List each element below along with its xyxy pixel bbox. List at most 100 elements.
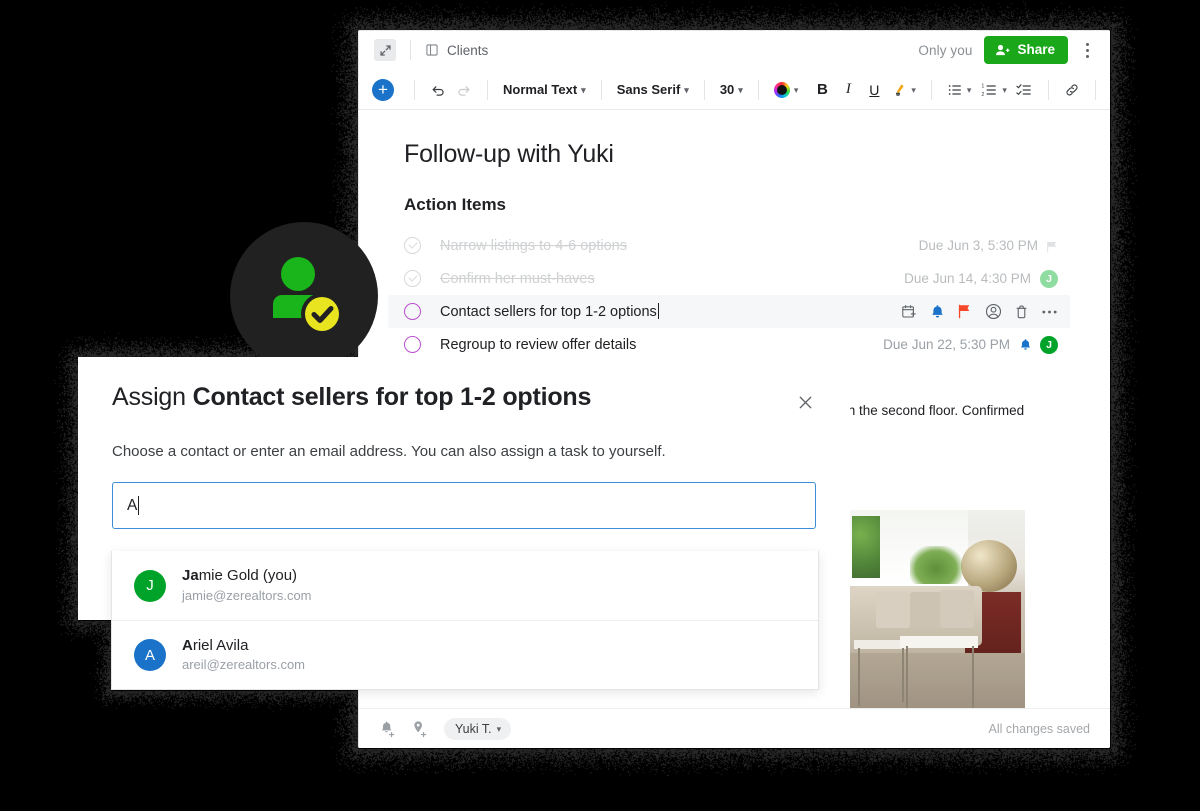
contact-name-rest: mie Gold (you): [199, 567, 297, 584]
pin-add-icon[interactable]: [408, 718, 430, 740]
table-row-selected[interactable]: Contact sellers for top 1-2 options: [388, 295, 1070, 328]
task-actions: [900, 303, 1058, 321]
status-bar: Yuki T. ▾ All changes saved: [358, 708, 1110, 748]
dialog-description: Choose a contact or enter an email addre…: [78, 417, 850, 460]
list-item-text: Ariel Avila areil@zerealtors.com: [182, 636, 305, 674]
task-due-date: Due Jun 22, 5:30 PM: [883, 337, 1010, 352]
checkbox-empty-icon[interactable]: [404, 336, 421, 353]
underline-button[interactable]: U: [861, 77, 887, 103]
trash-icon[interactable]: [1012, 303, 1030, 321]
breadcrumb-label: Clients: [447, 43, 488, 58]
list-item[interactable]: A Ariel Avila areil@zerealtors.com: [112, 620, 818, 689]
checkbox-checked-icon[interactable]: [404, 270, 421, 287]
numbered-list-dropdown[interactable]: 1 2 ▾: [976, 78, 1012, 102]
dialog-title: Assign Contact sellers for top 1-2 optio…: [112, 383, 591, 412]
more-vertical-icon[interactable]: [1074, 36, 1100, 64]
contact-name: Ariel Avila: [182, 636, 305, 656]
undo-icon[interactable]: [425, 77, 451, 103]
contact-name-match: A: [182, 637, 193, 654]
bulleted-list-icon: [947, 82, 963, 98]
more-horizontal-icon[interactable]: [1040, 303, 1058, 321]
highlight-dropdown[interactable]: ▾: [887, 78, 921, 102]
breadcrumb[interactable]: Clients: [425, 43, 488, 58]
bold-button[interactable]: B: [809, 77, 835, 103]
bell-icon[interactable]: [928, 303, 946, 321]
task-text-label: Contact sellers for top 1-2 options: [440, 304, 657, 320]
avatar: A: [134, 639, 166, 671]
font-family-dropdown[interactable]: Sans Serif ▾: [612, 78, 694, 101]
chevron-down-icon: ▾: [1002, 86, 1007, 95]
highlighter-icon: [892, 82, 907, 98]
font-size-label: 30: [720, 82, 734, 97]
text-cursor: [658, 303, 659, 319]
chevron-down-icon: ▾: [581, 86, 586, 95]
assignee-chip[interactable]: Yuki T. ▾: [444, 718, 511, 740]
dialog-input-wrap: A: [78, 460, 850, 529]
contact-suggestions-dropdown: J Jamie Gold (you) jamie@zerealtors.com …: [111, 551, 819, 690]
task-text: Confirm her must-haves: [440, 271, 595, 287]
list-item[interactable]: J Jamie Gold (you) jamie@zerealtors.com: [112, 551, 818, 620]
toolbar-divider: [487, 80, 488, 100]
bell-icon[interactable]: [1019, 338, 1032, 352]
section-heading: Action Items: [404, 195, 1070, 215]
assignee-chip-label: Yuki T.: [455, 722, 492, 736]
bulleted-list-dropdown[interactable]: ▾: [942, 78, 977, 102]
screenshot-root: Clients Only you Share + Normal Text ▾ S…: [0, 0, 1200, 811]
contact-name: Jamie Gold (you): [182, 566, 312, 586]
svg-text:2: 2: [982, 91, 985, 97]
dialog-header: Assign Contact sellers for top 1-2 optio…: [78, 357, 850, 417]
document-icon: [425, 43, 439, 57]
link-icon[interactable]: [1059, 77, 1085, 103]
paragraph-style-label: Normal Text: [503, 82, 577, 97]
text-cursor: [138, 496, 139, 515]
task-text: Regroup to review offer details: [440, 337, 636, 353]
more-toolbar-dropdown[interactable]: More ▾: [1106, 78, 1110, 101]
flag-gray-icon[interactable]: [1047, 240, 1058, 252]
bold-label: B: [817, 81, 828, 98]
italic-button[interactable]: I: [835, 77, 861, 103]
toolbar-divider: [1095, 80, 1096, 100]
toolbar-divider: [414, 80, 415, 100]
toolbar-divider: [758, 80, 759, 100]
chevron-down-icon: ▾: [794, 86, 799, 95]
share-button[interactable]: Share: [984, 36, 1068, 64]
chevron-down-icon: ▾: [738, 86, 743, 95]
underline-label: U: [869, 82, 879, 98]
font-size-dropdown[interactable]: 30 ▾: [715, 78, 748, 101]
page-title: Follow-up with Yuki: [404, 140, 1070, 169]
plus-circle-icon[interactable]: +: [372, 79, 394, 101]
checkbox-empty-icon[interactable]: [404, 303, 421, 320]
numbered-list-icon: 1 2: [981, 82, 998, 98]
expand-arrows-icon[interactable]: [374, 39, 396, 61]
close-icon[interactable]: [790, 387, 820, 417]
formatting-toolbar: + Normal Text ▾ Sans Serif ▾ 30 ▾ ▾ B I …: [358, 70, 1110, 110]
person-add-icon: [995, 43, 1010, 57]
contact-search-input[interactable]: A: [112, 482, 816, 529]
task-due-date: Due Jun 3, 5:30 PM: [919, 238, 1038, 253]
redo-icon[interactable]: [451, 77, 477, 103]
dialog-title-task: Contact sellers for top 1-2 options: [193, 383, 592, 411]
task-text: Contact sellers for top 1-2 options: [440, 303, 659, 320]
checkbox-checked-icon[interactable]: [404, 237, 421, 254]
bell-add-icon[interactable]: [376, 718, 398, 740]
avatar: J: [134, 570, 166, 602]
contact-name-rest: riel Avila: [193, 637, 249, 654]
checklist-icon[interactable]: [1012, 77, 1038, 103]
paragraph-style-dropdown[interactable]: Normal Text ▾: [498, 78, 591, 101]
text-color-dropdown[interactable]: ▾: [769, 78, 804, 102]
table-row[interactable]: Narrow listings to 4-6 options Due Jun 3…: [388, 229, 1070, 262]
table-row[interactable]: Confirm her must-haves Due Jun 14, 4:30 …: [388, 262, 1070, 295]
avatar[interactable]: J: [1040, 270, 1058, 288]
titlebar-divider: [410, 40, 411, 60]
flag-icon[interactable]: [956, 303, 974, 321]
window-titlebar: Clients Only you Share: [358, 30, 1110, 70]
person-check-badge-icon: [230, 222, 378, 370]
person-circle-icon[interactable]: [984, 303, 1002, 321]
contact-search-value: A: [127, 497, 137, 515]
save-status: All changes saved: [989, 722, 1090, 736]
document-paragraph: in on the second floor. Confirmed: [826, 401, 1070, 422]
avatar[interactable]: J: [1040, 336, 1058, 354]
sharing-status: Only you: [918, 43, 972, 58]
calendar-add-icon[interactable]: [900, 303, 918, 321]
chevron-down-icon: ▾: [911, 86, 916, 95]
